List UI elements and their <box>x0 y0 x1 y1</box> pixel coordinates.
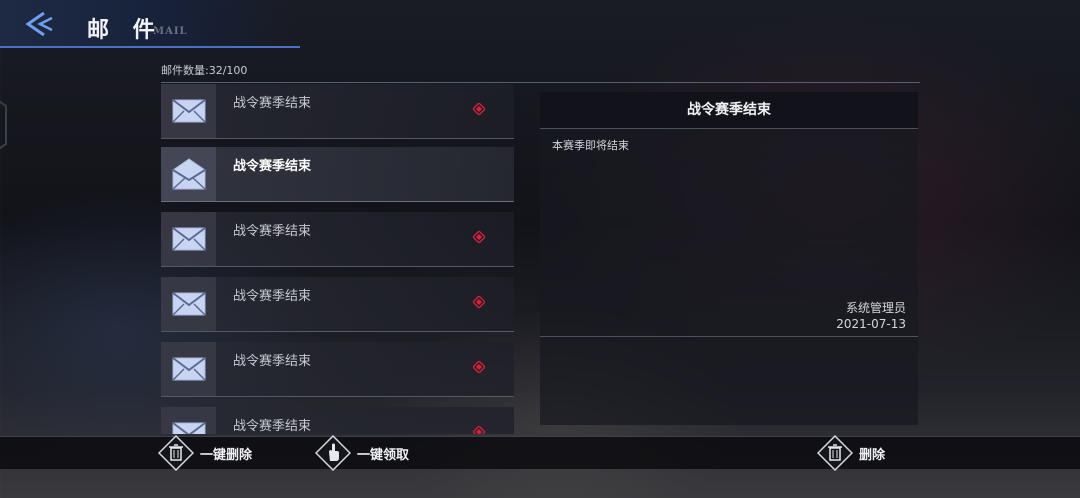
top-header: 邮 件 MAIL <box>0 0 300 48</box>
unread-indicator-icon <box>473 231 485 243</box>
mail-item-selected[interactable]: 战令赛季结束 <box>161 147 514 202</box>
mail-item[interactable]: 战令赛季结束 <box>161 277 514 332</box>
closed-envelope-icon <box>171 422 206 434</box>
delete-all-label: 一键删除 <box>200 447 253 463</box>
closed-envelope-icon <box>171 227 206 251</box>
mail-item[interactable]: 战令赛季结束 <box>161 212 514 267</box>
trash-icon <box>158 435 194 471</box>
mail-detail-panel: 战令赛季结束 本赛季即将结束 系统管理员 2021-07-13 <box>540 92 918 425</box>
delete-label: 删除 <box>859 447 886 463</box>
detail-date: 2021-07-13 <box>836 317 906 331</box>
mail-item[interactable]: 战令赛季结束 <box>161 84 514 139</box>
mail-list[interactable]: 战令赛季结束 战令赛季结束 战令赛季结束 战令赛季结束 战令赛季结束 战令赛季结… <box>161 84 514 434</box>
open-envelope-icon <box>171 158 206 190</box>
game-background: 邮 件 MAIL 邮件数量:32/100 战令赛季结束 战令赛季结束 战令赛季结… <box>0 0 1080 498</box>
mail-item[interactable]: 战令赛季结束 <box>161 407 514 434</box>
delete-button[interactable]: 删除 <box>817 435 886 471</box>
hand-pointer-icon <box>315 435 351 471</box>
unread-indicator-icon <box>473 426 485 434</box>
claim-all-button[interactable]: 一键领取 <box>315 435 410 471</box>
mail-item[interactable]: 战令赛季结束 <box>161 342 514 397</box>
closed-envelope-icon <box>171 357 206 381</box>
mail-count: 邮件数量:32/100 <box>161 64 248 77</box>
detail-sender: 系统管理员 <box>845 301 906 315</box>
mail-subject: 战令赛季结束 <box>233 354 312 369</box>
divider <box>540 336 918 337</box>
unread-indicator-icon <box>473 361 485 373</box>
unread-indicator-icon <box>473 296 485 308</box>
mail-icon-box <box>161 147 216 201</box>
mail-icon-box <box>161 212 216 266</box>
mail-subject: 战令赛季结束 <box>233 224 312 239</box>
unread-indicator-icon <box>473 103 485 115</box>
bottom-action-bar: 一键删除 一键领取 删除 <box>0 435 1080 471</box>
mail-icon-box <box>161 84 216 138</box>
mail-subject: 战令赛季结束 <box>233 419 312 434</box>
mail-icon-box <box>161 342 216 396</box>
trash-icon <box>817 435 853 471</box>
mail-icon-box <box>161 277 216 331</box>
side-hexagon-ornament <box>0 100 7 150</box>
detail-body: 本赛季即将结束 <box>552 139 629 152</box>
claim-all-label: 一键领取 <box>357 447 410 463</box>
divider <box>161 82 920 83</box>
closed-envelope-icon <box>171 292 206 316</box>
closed-envelope-icon <box>171 99 206 123</box>
detail-title: 战令赛季结束 <box>540 92 918 129</box>
page-subtitle: MAIL <box>153 26 188 37</box>
page-title: 邮 件 <box>87 17 163 43</box>
mail-subject: 战令赛季结束 <box>233 289 312 304</box>
mail-icon-box <box>161 407 216 434</box>
delete-all-button[interactable]: 一键删除 <box>158 435 253 471</box>
back-arrow-icon[interactable] <box>18 8 58 40</box>
mail-subject: 战令赛季结束 <box>233 96 312 111</box>
mail-subject: 战令赛季结束 <box>233 159 312 174</box>
